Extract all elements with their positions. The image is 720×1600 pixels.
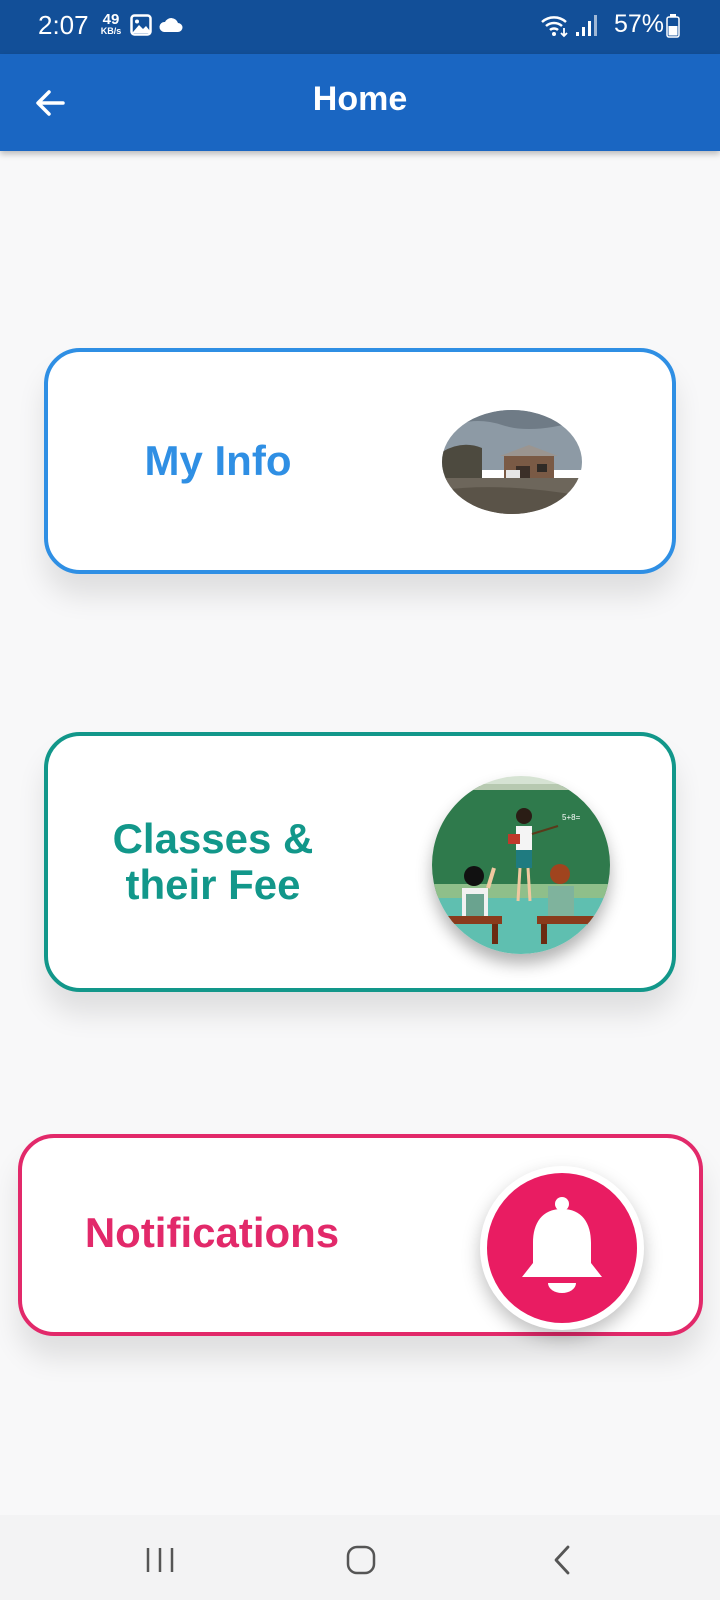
home-icon[interactable]: [336, 1535, 386, 1585]
bell-icon: [522, 1197, 602, 1293]
recents-icon[interactable]: [135, 1535, 185, 1585]
signal-icon: [576, 15, 597, 36]
wifi-icon: [541, 16, 568, 38]
network-speed: 49 KB/s: [98, 12, 124, 36]
system-nav-bar: [0, 1515, 720, 1600]
status-bar: 2:07 49 KB/s 57%: [0, 0, 720, 54]
classes-fee-label: Classes & their Fee: [112, 815, 314, 908]
battery-percent: 57%: [614, 10, 665, 38]
network-speed-value: 49: [102, 11, 120, 28]
classroom-illustration: 5+8=: [432, 776, 610, 954]
cloud-icon: [159, 18, 183, 32]
my-info-card[interactable]: My Info: [44, 348, 676, 574]
my-info-label: My Info: [144, 437, 292, 484]
network-speed-unit: KB/s: [100, 26, 122, 36]
classes-fee-card[interactable]: Classes & their Fee 5+8=: [44, 732, 676, 992]
gallery-icon: [130, 14, 152, 36]
notifications-label: Notifications: [84, 1209, 340, 1256]
house-photo: [442, 410, 582, 514]
status-time: 2:07: [38, 10, 89, 40]
svg-text:5+8=: 5+8=: [562, 813, 581, 822]
battery-icon: [666, 14, 680, 38]
app-bar: Home: [0, 54, 720, 151]
notifications-card[interactable]: Notifications: [18, 1134, 703, 1336]
bell-badge: [480, 1166, 644, 1330]
back-icon[interactable]: [538, 1535, 588, 1585]
page-title: Home: [312, 80, 408, 118]
